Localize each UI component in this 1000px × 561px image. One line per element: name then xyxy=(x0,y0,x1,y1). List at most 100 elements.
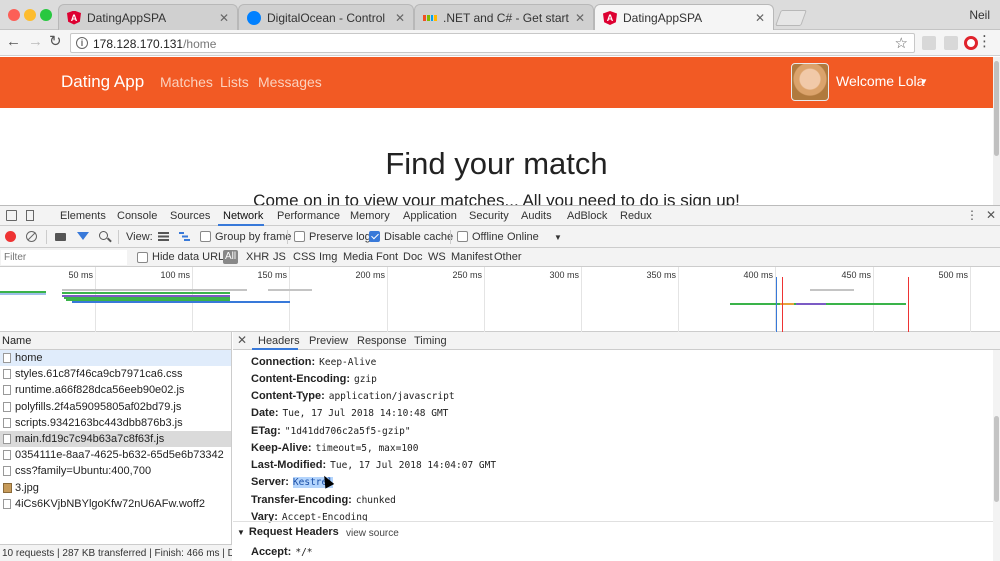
filter-type-media[interactable]: Media xyxy=(343,251,373,263)
devtools-tab-application[interactable]: Application xyxy=(403,210,457,222)
filter-type-doc[interactable]: Doc xyxy=(403,251,423,263)
preserve-log-checkbox[interactable] xyxy=(294,231,305,242)
browser-tab-3[interactable]: .NET and C# - Get started in 1 ✕ xyxy=(414,4,594,30)
filter-icon[interactable] xyxy=(77,232,89,240)
devtools-tab-audits[interactable]: Audits xyxy=(521,210,552,222)
filter-type-js[interactable]: JS xyxy=(273,251,286,263)
request-row[interactable]: polyfills.2f4a59095805af02bd79.js xyxy=(0,399,231,415)
caret-down-icon[interactable]: ▼ xyxy=(920,77,928,86)
request-row[interactable]: styles.61c87f46ca9cb7971ca6.css xyxy=(0,366,231,382)
request-row[interactable]: main.fd19c7c94b63a7c8f63f.js xyxy=(0,431,231,447)
detail-tab-preview[interactable]: Preview xyxy=(309,335,348,347)
hide-data-urls-checkbox[interactable] xyxy=(137,252,148,263)
filter-type-other[interactable]: Other xyxy=(494,251,522,263)
filter-type-all[interactable]: All xyxy=(223,250,238,264)
large-rows-icon[interactable] xyxy=(158,232,169,241)
back-arrow-icon[interactable]: ← xyxy=(6,34,21,50)
more-options-icon[interactable]: ⋮ xyxy=(966,208,978,222)
chevron-down-icon[interactable]: ▼ xyxy=(554,233,562,242)
browser-tab-2[interactable]: DigitalOcean - Control Panel ✕ xyxy=(238,4,414,30)
waterfall-bar xyxy=(62,289,247,291)
opera-icon[interactable] xyxy=(964,36,978,50)
devtools-tab-elements[interactable]: Elements xyxy=(60,210,106,222)
devtools-tab-console[interactable]: Console xyxy=(117,210,157,222)
clear-icon[interactable] xyxy=(26,231,37,242)
filter-type-img[interactable]: Img xyxy=(319,251,337,263)
info-icon[interactable]: i xyxy=(76,37,88,49)
detail-tab-headers[interactable]: Headers xyxy=(258,335,300,347)
devtools-tab-network[interactable]: Network xyxy=(223,210,263,222)
request-row[interactable]: 3.jpg xyxy=(0,480,231,496)
filter-type-font[interactable]: Font xyxy=(376,251,398,263)
detail-tab-timing[interactable]: Timing xyxy=(414,335,447,347)
filter-type-manifest[interactable]: Manifest xyxy=(451,251,493,263)
nav-messages[interactable]: Messages xyxy=(258,74,322,90)
nav-lists[interactable]: Lists xyxy=(220,74,249,90)
record-icon[interactable] xyxy=(5,231,16,242)
request-row[interactable]: scripts.9342163bc443dbb876b3.js xyxy=(0,415,231,431)
detail-tab-response[interactable]: Response xyxy=(357,335,407,347)
group-by-frame-checkbox[interactable] xyxy=(200,231,211,242)
close-tab-icon[interactable]: ✕ xyxy=(219,11,229,25)
request-row[interactable]: 0354111e-8aa7-4625-b632-65d5e6b73342 xyxy=(0,447,231,463)
close-window-button[interactable] xyxy=(8,9,20,21)
user-avatar[interactable] xyxy=(791,63,829,101)
network-overview-timeline[interactable]: 50 ms 100 ms 150 ms 200 ms 250 ms 300 ms… xyxy=(0,267,1000,332)
address-bar[interactable]: i 178.128.170.131/home ☆ xyxy=(70,33,915,53)
devtools-tab-security[interactable]: Security xyxy=(469,210,509,222)
close-tab-icon[interactable]: ✕ xyxy=(575,11,585,25)
waterfall-icon[interactable] xyxy=(179,232,190,241)
devtools-tab-sources[interactable]: Sources xyxy=(170,210,210,222)
page-scrollbar[interactable] xyxy=(993,57,1000,206)
extension-icon[interactable] xyxy=(944,36,958,50)
search-icon[interactable] xyxy=(99,231,108,240)
filter-type-ws[interactable]: WS xyxy=(428,251,446,263)
close-devtools-icon[interactable]: ✕ xyxy=(986,208,996,222)
filter-type-css[interactable]: CSS xyxy=(293,251,316,263)
extension-icon[interactable] xyxy=(922,36,936,50)
headers-scrollbar[interactable] xyxy=(993,350,1000,561)
site-brand[interactable]: Dating App xyxy=(61,72,144,92)
disable-cache-checkbox[interactable] xyxy=(369,231,380,242)
name-column-header[interactable]: Name xyxy=(0,332,232,350)
devtools-panel: Elements Console Sources Network Perform… xyxy=(0,205,1000,561)
filter-type-xhr[interactable]: XHR xyxy=(246,251,269,263)
url-text[interactable]: 178.128.170.131/home xyxy=(93,37,216,51)
throttling-select[interactable]: Online xyxy=(507,231,539,243)
capture-screenshots-icon[interactable] xyxy=(55,233,66,241)
request-headers-toggle[interactable]: ▼ Request Headers xyxy=(237,526,339,538)
bookmark-star-icon[interactable]: ☆ xyxy=(895,34,908,52)
digitalocean-icon xyxy=(247,10,261,25)
close-tab-icon[interactable]: ✕ xyxy=(755,11,765,25)
devtools-tab-adblock[interactable]: AdBlock xyxy=(567,210,607,222)
welcome-dropdown[interactable]: Welcome Lola xyxy=(836,73,924,89)
new-tab-button[interactable] xyxy=(775,10,807,26)
nav-matches[interactable]: Matches xyxy=(160,74,213,90)
forward-arrow-icon[interactable]: → xyxy=(28,34,43,50)
view-source-link[interactable]: view source xyxy=(346,528,399,539)
inspect-element-icon[interactable] xyxy=(6,210,17,221)
request-row[interactable]: 4iCs6KVjbNBYlgoKfw72nU6AFw.woff2 xyxy=(0,496,231,512)
device-toolbar-icon[interactable] xyxy=(26,210,34,221)
browser-tab-1[interactable]: A DatingAppSPA ✕ xyxy=(58,4,238,30)
zoom-window-button[interactable] xyxy=(40,9,52,21)
request-row[interactable]: runtime.a66f828dca56eeb90e02.js xyxy=(0,382,231,398)
devtools-tab-memory[interactable]: Memory xyxy=(350,210,390,222)
profile-name[interactable]: Neil xyxy=(969,8,990,22)
offline-checkbox[interactable] xyxy=(457,231,468,242)
close-detail-icon[interactable]: ✕ xyxy=(237,333,247,347)
filter-input[interactable] xyxy=(1,250,127,265)
browser-tab-4[interactable]: A DatingAppSPA ✕ xyxy=(594,4,774,31)
request-row[interactable]: css?family=Ubuntu:400,700 xyxy=(0,463,231,479)
devtools-tab-redux[interactable]: Redux xyxy=(620,210,652,222)
request-row[interactable]: home xyxy=(0,350,231,366)
timeline-gridline xyxy=(581,267,582,332)
page-scroll-thumb[interactable] xyxy=(994,61,999,156)
browser-menu-icon[interactable]: ⋮ xyxy=(977,33,992,51)
minimize-window-button[interactable] xyxy=(24,9,36,21)
headers-scroll-thumb[interactable] xyxy=(994,416,999,502)
reload-icon[interactable]: ↻ xyxy=(49,34,62,50)
devtools-tab-performance[interactable]: Performance xyxy=(277,210,340,222)
close-tab-icon[interactable]: ✕ xyxy=(395,11,405,25)
request-list: home styles.61c87f46ca9cb7971ca6.css run… xyxy=(0,350,232,544)
